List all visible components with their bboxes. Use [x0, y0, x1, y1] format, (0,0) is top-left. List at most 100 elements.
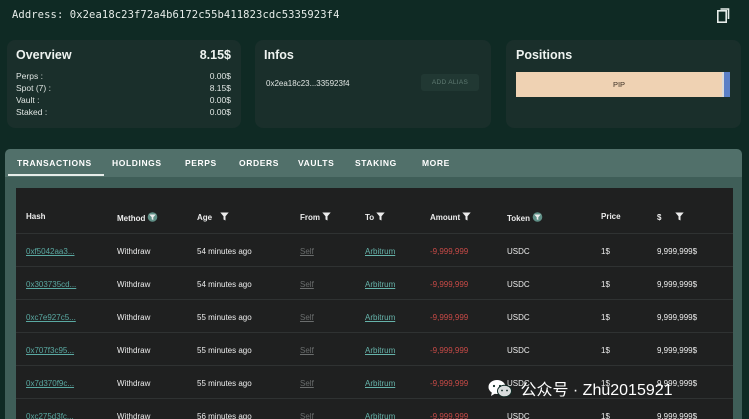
overview-row-label: Spot (7) :	[16, 83, 51, 93]
method-cell: Withdraw	[117, 313, 151, 322]
row-divider	[16, 365, 733, 366]
add-alias-button[interactable]: ADD ALIAS	[421, 74, 479, 91]
price-cell: 1$	[601, 280, 610, 289]
method-cell: Withdraw	[117, 280, 151, 289]
from-link[interactable]: Self	[300, 313, 314, 322]
to-link[interactable]: Arbitrum	[365, 247, 395, 256]
header-label: Hash	[26, 212, 46, 221]
position-bar-pip[interactable]: PIP	[516, 72, 722, 97]
amount-cell: -9,999,999	[430, 313, 469, 322]
watermark-text: 公众号 · Zhu2015921	[520, 382, 673, 399]
usd-value-cell: 9,999,999$	[657, 280, 698, 289]
overview-title: Overview	[16, 48, 72, 62]
filter-icon[interactable]	[675, 212, 685, 223]
filter-icon[interactable]	[376, 212, 385, 223]
from-link[interactable]: Self	[300, 346, 314, 355]
usd-value-cell: 9,999,999$	[657, 313, 698, 322]
hash-link[interactable]: 0x707f3c95...	[26, 346, 74, 355]
tab-more[interactable]: MORE	[422, 149, 450, 177]
overview-total: 8.15$	[199, 48, 231, 62]
age-cell: 54 minutes ago	[197, 280, 252, 289]
token-cell: USDC	[507, 247, 530, 256]
price-cell: 1$	[601, 412, 610, 419]
filter-icon[interactable]	[322, 212, 331, 223]
usd-value-cell: 9,999,999$	[657, 346, 698, 355]
overview-row-label: Perps :	[16, 71, 43, 81]
amount-cell: -9,999,999	[430, 412, 469, 419]
overview-row-label: Vault :	[16, 95, 40, 105]
tab-holdings[interactable]: HOLDINGS	[112, 149, 162, 177]
tab-orders[interactable]: ORDERS	[239, 149, 279, 177]
copy-icon[interactable]	[717, 8, 731, 24]
method-cell: Withdraw	[117, 379, 151, 388]
hash-link[interactable]: 0x7d370f9c...	[26, 379, 74, 388]
overview-row-value: 0.00$	[209, 107, 231, 117]
header-method: Method	[117, 212, 158, 224]
age-cell: 54 minutes ago	[197, 247, 252, 256]
header-to: To	[365, 212, 385, 223]
price-cell: 1$	[601, 247, 610, 256]
to-link[interactable]: Arbitrum	[365, 280, 395, 289]
header-from: From	[300, 212, 331, 223]
filter-icon[interactable]	[147, 212, 158, 224]
address-label: Address: 0x2ea18c23f72a4b6172c55b411823c…	[12, 9, 340, 21]
hash-link[interactable]: 0x303735cd...	[26, 280, 76, 289]
token-cell: USDC	[507, 412, 530, 419]
overview-row-label: Staked :	[16, 107, 48, 117]
header-label: $	[657, 213, 662, 222]
header-amount: Amount	[430, 212, 471, 223]
header-label: Amount	[430, 213, 461, 222]
amount-cell: -9,999,999	[430, 247, 469, 256]
header-label: From	[300, 213, 320, 222]
tab-bar: TRANSACTIONS HOLDINGS PERPS ORDERS VAULT…	[5, 149, 742, 177]
header-label: To	[365, 213, 375, 222]
tab-staking[interactable]: STAKING	[355, 149, 397, 177]
tab-perps[interactable]: PERPS	[185, 149, 217, 177]
from-link[interactable]: Self	[300, 412, 314, 419]
row-divider	[16, 299, 733, 300]
to-link[interactable]: Arbitrum	[365, 346, 395, 355]
positions-card: Positions PIP	[506, 40, 741, 128]
overview-row-value: 0.00$	[209, 95, 231, 105]
from-link[interactable]: Self	[300, 247, 314, 256]
from-link[interactable]: Self	[300, 280, 314, 289]
age-cell: 55 minutes ago	[197, 313, 252, 322]
header-label: Age	[197, 213, 213, 222]
filter-icon[interactable]	[462, 212, 471, 223]
header-token: Token	[507, 212, 543, 224]
hash-link[interactable]: 0xc275d3fc...	[26, 412, 74, 419]
header-age: Age	[197, 212, 229, 223]
token-cell: USDC	[507, 313, 530, 322]
token-cell: USDC	[507, 346, 530, 355]
wechat-icon	[488, 379, 512, 404]
position-bar-end	[722, 72, 730, 97]
overview-row-spot[interactable]: Spot (7) : 8.15$	[16, 83, 231, 95]
tab-transactions[interactable]: TRANSACTIONS	[17, 149, 92, 177]
hash-link[interactable]: 0xc7e927c5...	[26, 313, 76, 322]
infos-address: 0x2ea18c23...335923f4	[266, 79, 350, 88]
to-link[interactable]: Arbitrum	[365, 412, 395, 419]
usd-value-cell: 9,999,999$	[657, 247, 698, 256]
usd-value-cell: 9,999,999$	[657, 412, 698, 419]
overview-row-perps: Perps : 0.00$	[16, 71, 231, 83]
amount-cell: -9,999,999	[430, 379, 469, 388]
overview-row-vault: Vault : 0.00$	[16, 95, 231, 107]
filter-icon[interactable]	[532, 212, 543, 224]
row-divider	[16, 233, 733, 234]
method-cell: Withdraw	[117, 412, 151, 419]
amount-cell: -9,999,999	[430, 346, 469, 355]
age-cell: 55 minutes ago	[197, 346, 252, 355]
overview-row-value: 0.00$	[209, 71, 231, 81]
from-link[interactable]: Self	[300, 379, 314, 388]
header-label: Token	[507, 214, 530, 223]
filter-icon[interactable]	[220, 212, 229, 223]
positions-title: Positions	[516, 48, 573, 62]
header-hash: Hash	[26, 212, 46, 221]
to-link[interactable]: Arbitrum	[365, 313, 395, 322]
overview-row-value: 8.15$	[209, 83, 231, 93]
tab-vaults[interactable]: VAULTS	[298, 149, 334, 177]
header-usd: $	[657, 212, 685, 223]
age-cell: 55 minutes ago	[197, 379, 252, 388]
hash-link[interactable]: 0xf5042aa3...	[26, 247, 74, 256]
to-link[interactable]: Arbitrum	[365, 379, 395, 388]
